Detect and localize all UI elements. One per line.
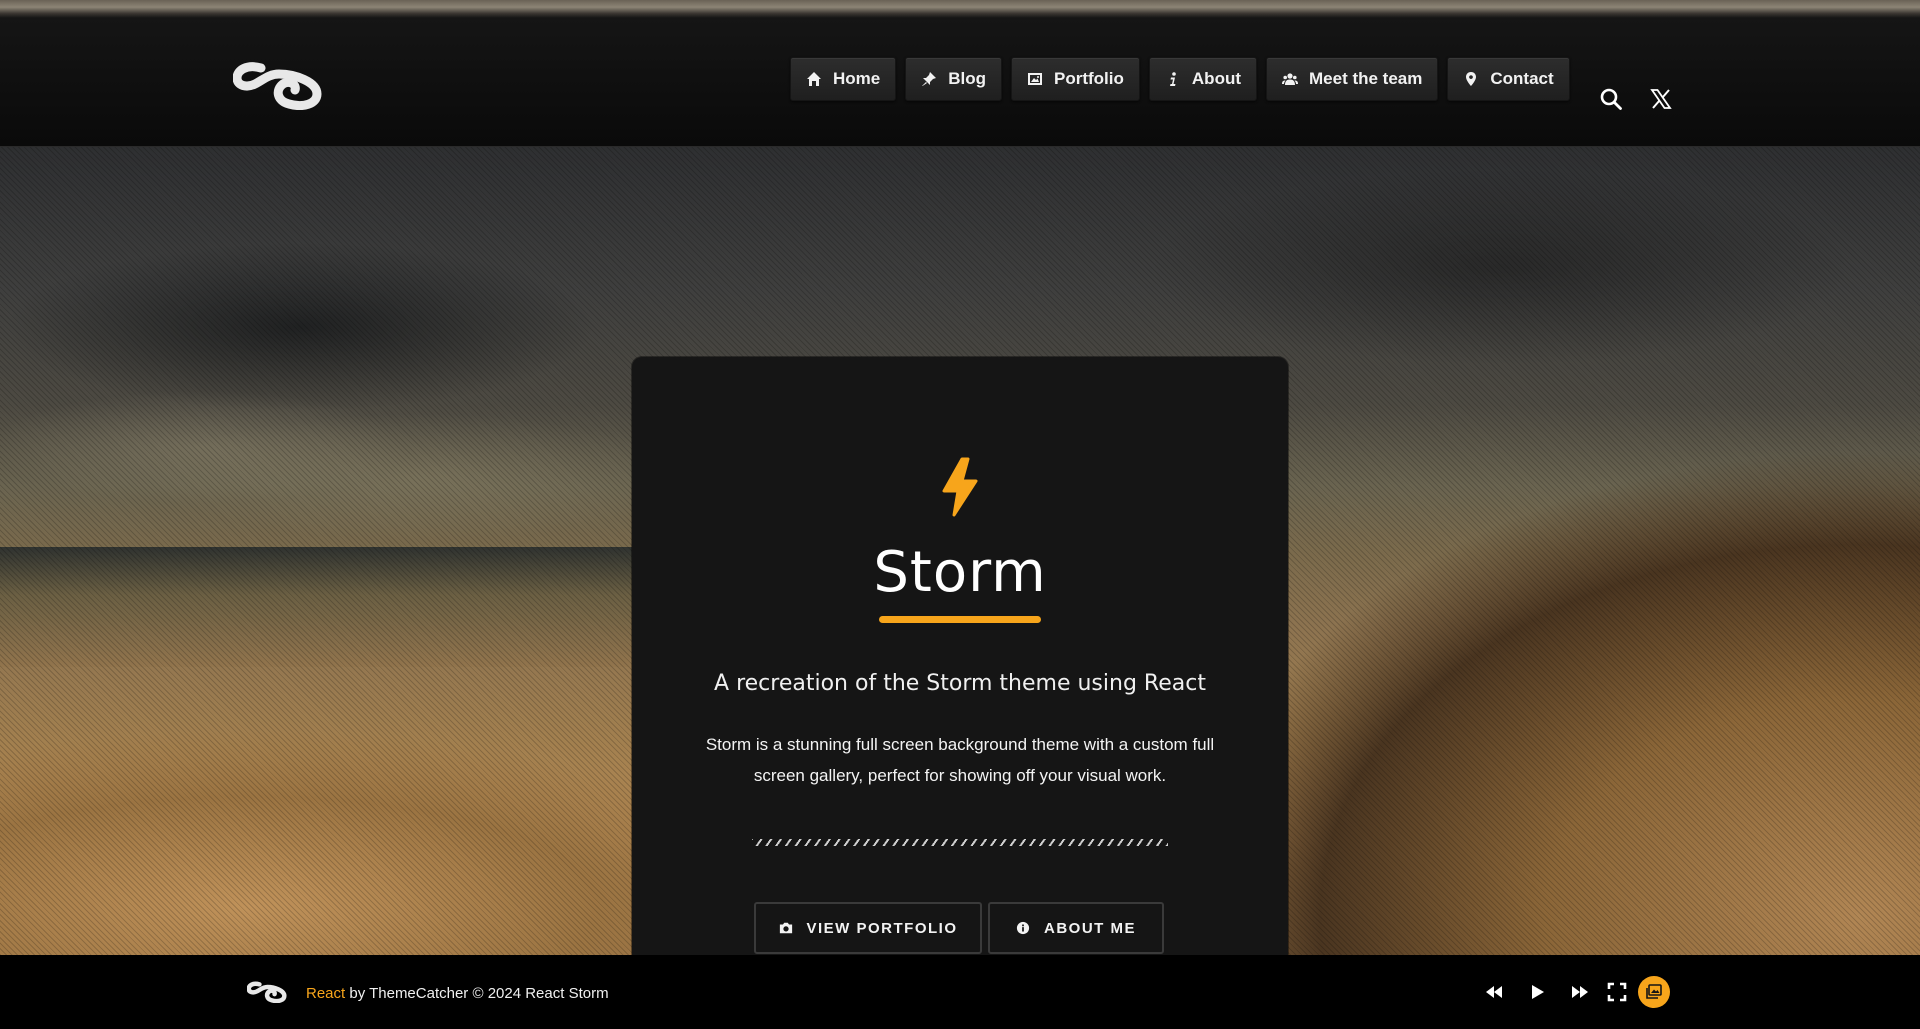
x-icon[interactable] bbox=[1649, 87, 1673, 111]
search-icon[interactable] bbox=[1599, 87, 1623, 111]
nav-label: About bbox=[1191, 69, 1241, 88]
nav-item-team[interactable]: Meet the team bbox=[1266, 57, 1439, 101]
footer-logo[interactable] bbox=[246, 979, 287, 1004]
main-nav: Home Blog Portfolio About Meet the team bbox=[790, 57, 1570, 101]
logo-icon bbox=[232, 62, 322, 111]
users-icon bbox=[1282, 71, 1298, 87]
hero-background: Storm A recreation of the Storm theme us… bbox=[0, 147, 1920, 955]
nav-item-blog[interactable]: Blog bbox=[905, 57, 1003, 101]
nav-label: Blog bbox=[948, 69, 987, 88]
site-logo[interactable] bbox=[232, 56, 323, 111]
page-title: Storm bbox=[873, 540, 1047, 605]
view-portfolio-label: VIEW PORTFOLIO bbox=[806, 919, 958, 937]
nav-label: Contact bbox=[1490, 69, 1554, 88]
nav-label: Meet the team bbox=[1309, 69, 1423, 88]
site-header: Home Blog Portfolio About Meet the team bbox=[0, 18, 1920, 147]
nav-label: Home bbox=[833, 69, 881, 88]
play-icon[interactable] bbox=[1526, 981, 1548, 1003]
info-circle-icon bbox=[1016, 921, 1030, 935]
footer-react-link[interactable]: React bbox=[306, 985, 345, 1002]
next-icon[interactable] bbox=[1569, 981, 1591, 1003]
about-me-button[interactable]: ABOUT ME bbox=[988, 902, 1164, 954]
view-portfolio-button[interactable]: VIEW PORTFOLIO bbox=[754, 902, 982, 954]
site-footer: React by ThemeCatcher © 2024 React Storm bbox=[0, 955, 1920, 1029]
page-description: Storm is a stunning full screen backgrou… bbox=[705, 735, 1215, 785]
image-icon bbox=[1027, 71, 1043, 87]
nav-item-portfolio[interactable]: Portfolio bbox=[1011, 57, 1140, 101]
nav-item-home[interactable]: Home bbox=[790, 57, 897, 101]
nav-item-contact[interactable]: Contact bbox=[1447, 57, 1570, 101]
home-icon bbox=[806, 71, 822, 87]
gallery-icon[interactable] bbox=[1638, 976, 1670, 1008]
fullscreen-icon[interactable] bbox=[1606, 981, 1628, 1003]
camera-icon bbox=[779, 921, 793, 935]
about-me-label: ABOUT ME bbox=[1044, 919, 1136, 937]
lightning-bolt-icon bbox=[934, 457, 986, 517]
pin-icon bbox=[921, 71, 937, 87]
title-underline bbox=[879, 616, 1041, 623]
hatched-divider bbox=[752, 839, 1168, 846]
nav-label: Portfolio bbox=[1054, 69, 1124, 88]
top-decorative-strip bbox=[0, 0, 1920, 18]
previous-icon[interactable] bbox=[1483, 981, 1505, 1003]
footer-credits: React by ThemeCatcher © 2024 React Storm bbox=[306, 985, 609, 1002]
footer-copyright: by ThemeCatcher © 2024 React Storm bbox=[345, 985, 609, 1002]
page-subtitle: A recreation of the Storm theme using Re… bbox=[714, 671, 1206, 696]
info-icon bbox=[1165, 71, 1181, 87]
logo-icon bbox=[246, 981, 287, 1004]
intro-card: Storm A recreation of the Storm theme us… bbox=[632, 357, 1288, 955]
location-pin-icon bbox=[1463, 71, 1479, 87]
nav-item-about[interactable]: About bbox=[1148, 57, 1257, 101]
